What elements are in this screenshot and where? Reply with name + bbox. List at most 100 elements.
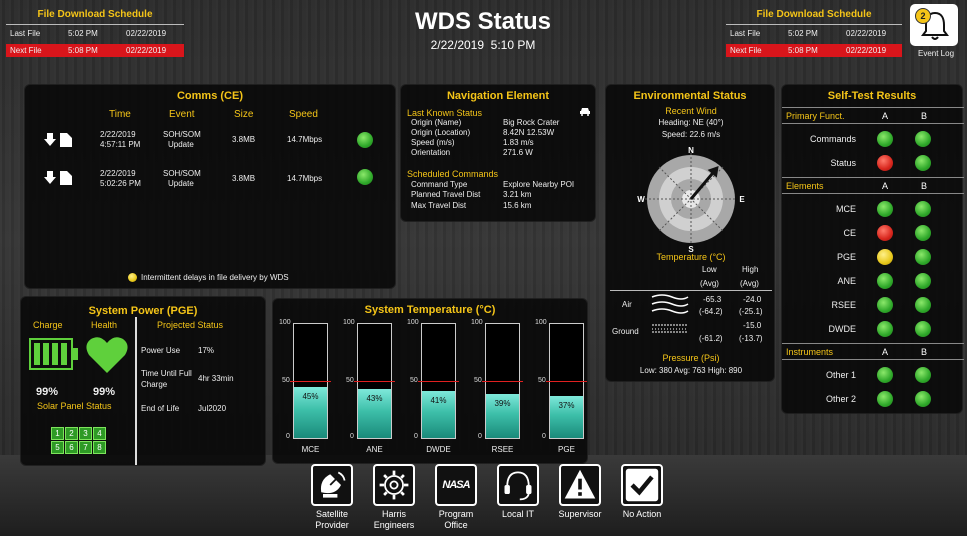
selftest-row-label: PGE [836, 252, 856, 262]
selftest-row: Other 1 [782, 365, 964, 387]
schedule-right-title: File Download Schedule [756, 9, 872, 20]
selftest-section-title: Elements [786, 181, 824, 191]
wind-compass: N S W E [637, 146, 745, 253]
solar-panel-cell: 8 [93, 441, 106, 454]
power-row-value: 4hr 33min [198, 374, 234, 383]
comms-panel: Comms (CE) Time Event Size Speed 2/22/20… [24, 84, 396, 289]
health-value: 99% [93, 386, 116, 398]
solar-panel-cell: 7 [79, 441, 92, 454]
selftest-status-b-dot [915, 391, 931, 407]
contact-button-program[interactable]: NASA Program Office [429, 464, 483, 534]
wind-title: Recent Wind [665, 106, 717, 116]
comms-note: Intermittent delays in file delivery by … [141, 273, 289, 282]
contact-label-sub: Provider [315, 520, 349, 530]
schedule-left-title: File Download Schedule [37, 9, 153, 20]
compass-n: N [688, 146, 694, 155]
air-low: -65.3 [703, 295, 722, 304]
ground-high: -15.0 [743, 321, 762, 330]
temp-bar-value: 45% [302, 391, 319, 401]
comms-time: 4:57:11 PM [100, 140, 141, 149]
event-log-button[interactable]: 2 Event Log [908, 4, 964, 60]
contact-button-satellite[interactable]: Satellite Provider [305, 464, 359, 534]
selftest-status-a-dot [877, 225, 893, 241]
nav-label: Origin (Name) [411, 118, 462, 127]
header-title: WDS Status [414, 8, 551, 35]
solar-panel-cell: 3 [79, 427, 92, 440]
schedule-last-date: 02/22/2019 [846, 29, 887, 38]
temperature-bar-chart: 100 50 0 45% MCE 100 50 0 43% ANE 100 50 0 41% DWDE 100… [273, 299, 589, 465]
temp-bar-value: 41% [430, 396, 447, 406]
selftest-status-b-dot [915, 225, 931, 241]
contact-button-harris[interactable]: Harris Engineers [367, 464, 421, 534]
selftest-row-label: RSEE [831, 300, 856, 310]
ground-low-avg: (-61.2) [699, 334, 723, 343]
selftest-row: Commands [782, 129, 964, 151]
contact-label: Satellite [315, 509, 349, 519]
comms-size: 3.8MB [232, 135, 256, 144]
nav-value: 8.42N 12.53W [503, 128, 555, 137]
temp-scale-max: 100 [407, 319, 419, 326]
solar-panel-cell: 6 [65, 441, 78, 454]
health-label: Health [91, 320, 118, 330]
selftest-row: DWDE [782, 319, 964, 341]
download-file-icon [44, 133, 72, 147]
solar-panel-cell: 5 [51, 441, 64, 454]
air-label: Air [622, 300, 632, 309]
projected-title: Projected Status [157, 320, 224, 330]
nav-label: Command Type [411, 180, 468, 189]
nav-label: Planned Travel Dist [411, 190, 481, 199]
selftest-row: MCE [782, 199, 964, 221]
comms-status-dot [357, 132, 373, 148]
contact-label: Program [438, 509, 474, 519]
contact-button-no-action[interactable]: No Action [615, 464, 669, 534]
schedule-next-label: Next File [730, 46, 762, 55]
solar-panel-cell: 4 [93, 427, 106, 440]
nav-label: Orientation [411, 148, 451, 157]
comms-date: 2/22/2019 [100, 169, 136, 178]
selftest-section-title: Instruments [786, 347, 834, 357]
selftest-col-b: B [921, 111, 928, 121]
selftest-section-header: Primary Funct. A B [782, 107, 964, 124]
event-log-label: Event Log [917, 49, 955, 58]
selftest-status-b-dot [915, 131, 931, 147]
schedule-last-time: 5:02 PM [788, 29, 818, 38]
temp-scale-max: 100 [535, 319, 547, 326]
schedule-next-date: 02/22/2019 [126, 46, 167, 55]
temp-scale-mid: 50 [346, 377, 354, 384]
selftest-status-a-dot [877, 367, 893, 383]
nav-value: 15.6 km [503, 201, 532, 210]
contact-icon-frame: NASA [435, 464, 477, 506]
nav-value: Big Rock Crater [503, 118, 560, 127]
contact-button-supervisor[interactable]: Supervisor [553, 464, 607, 534]
warning-icon [564, 469, 596, 499]
temp-bar-label: PGE [558, 445, 575, 454]
comms-date: 2/22/2019 [100, 130, 136, 139]
selftest-status-b-dot [915, 249, 931, 265]
selftest-col-b: B [921, 347, 928, 357]
comms-event: SOH/SOM [163, 130, 201, 139]
power-row-label: End of Life [141, 404, 180, 413]
air-wind-icon [651, 294, 689, 314]
contact-label: Harris [382, 509, 406, 519]
contact-bar: Satellite Provider Harris Engineers NASA Prog… [305, 464, 675, 534]
contact-icon-frame [373, 464, 415, 506]
contact-button-local-it[interactable]: Local IT [491, 464, 545, 534]
temp-bar-value: 43% [366, 394, 383, 404]
comms-time: 5:02:26 PM [100, 179, 141, 188]
schedule-last-label: Last File [10, 29, 41, 38]
contact-label-sub: Office [444, 520, 468, 530]
power-row-label: Time Until Full Charge [141, 369, 192, 389]
temp-scale-mid: 50 [410, 377, 418, 384]
selftest-row: ANE [782, 271, 964, 293]
schedule-left: File Download Schedule Last File 5:02 PM… [6, 6, 184, 59]
selftest-row: PGE [782, 247, 964, 269]
ground-label: Ground [612, 327, 639, 336]
selftest-row-label: Status [830, 158, 856, 168]
comms-event-sub: Update [168, 140, 194, 149]
temp-bar-label: RSEE [491, 445, 514, 454]
checkmark-icon [625, 468, 659, 502]
temp-bar-value: 37% [558, 401, 575, 411]
air-low-avg: (-64.2) [699, 307, 723, 316]
selftest-status-a-dot [877, 273, 893, 289]
temp-scale-max: 100 [343, 319, 355, 326]
